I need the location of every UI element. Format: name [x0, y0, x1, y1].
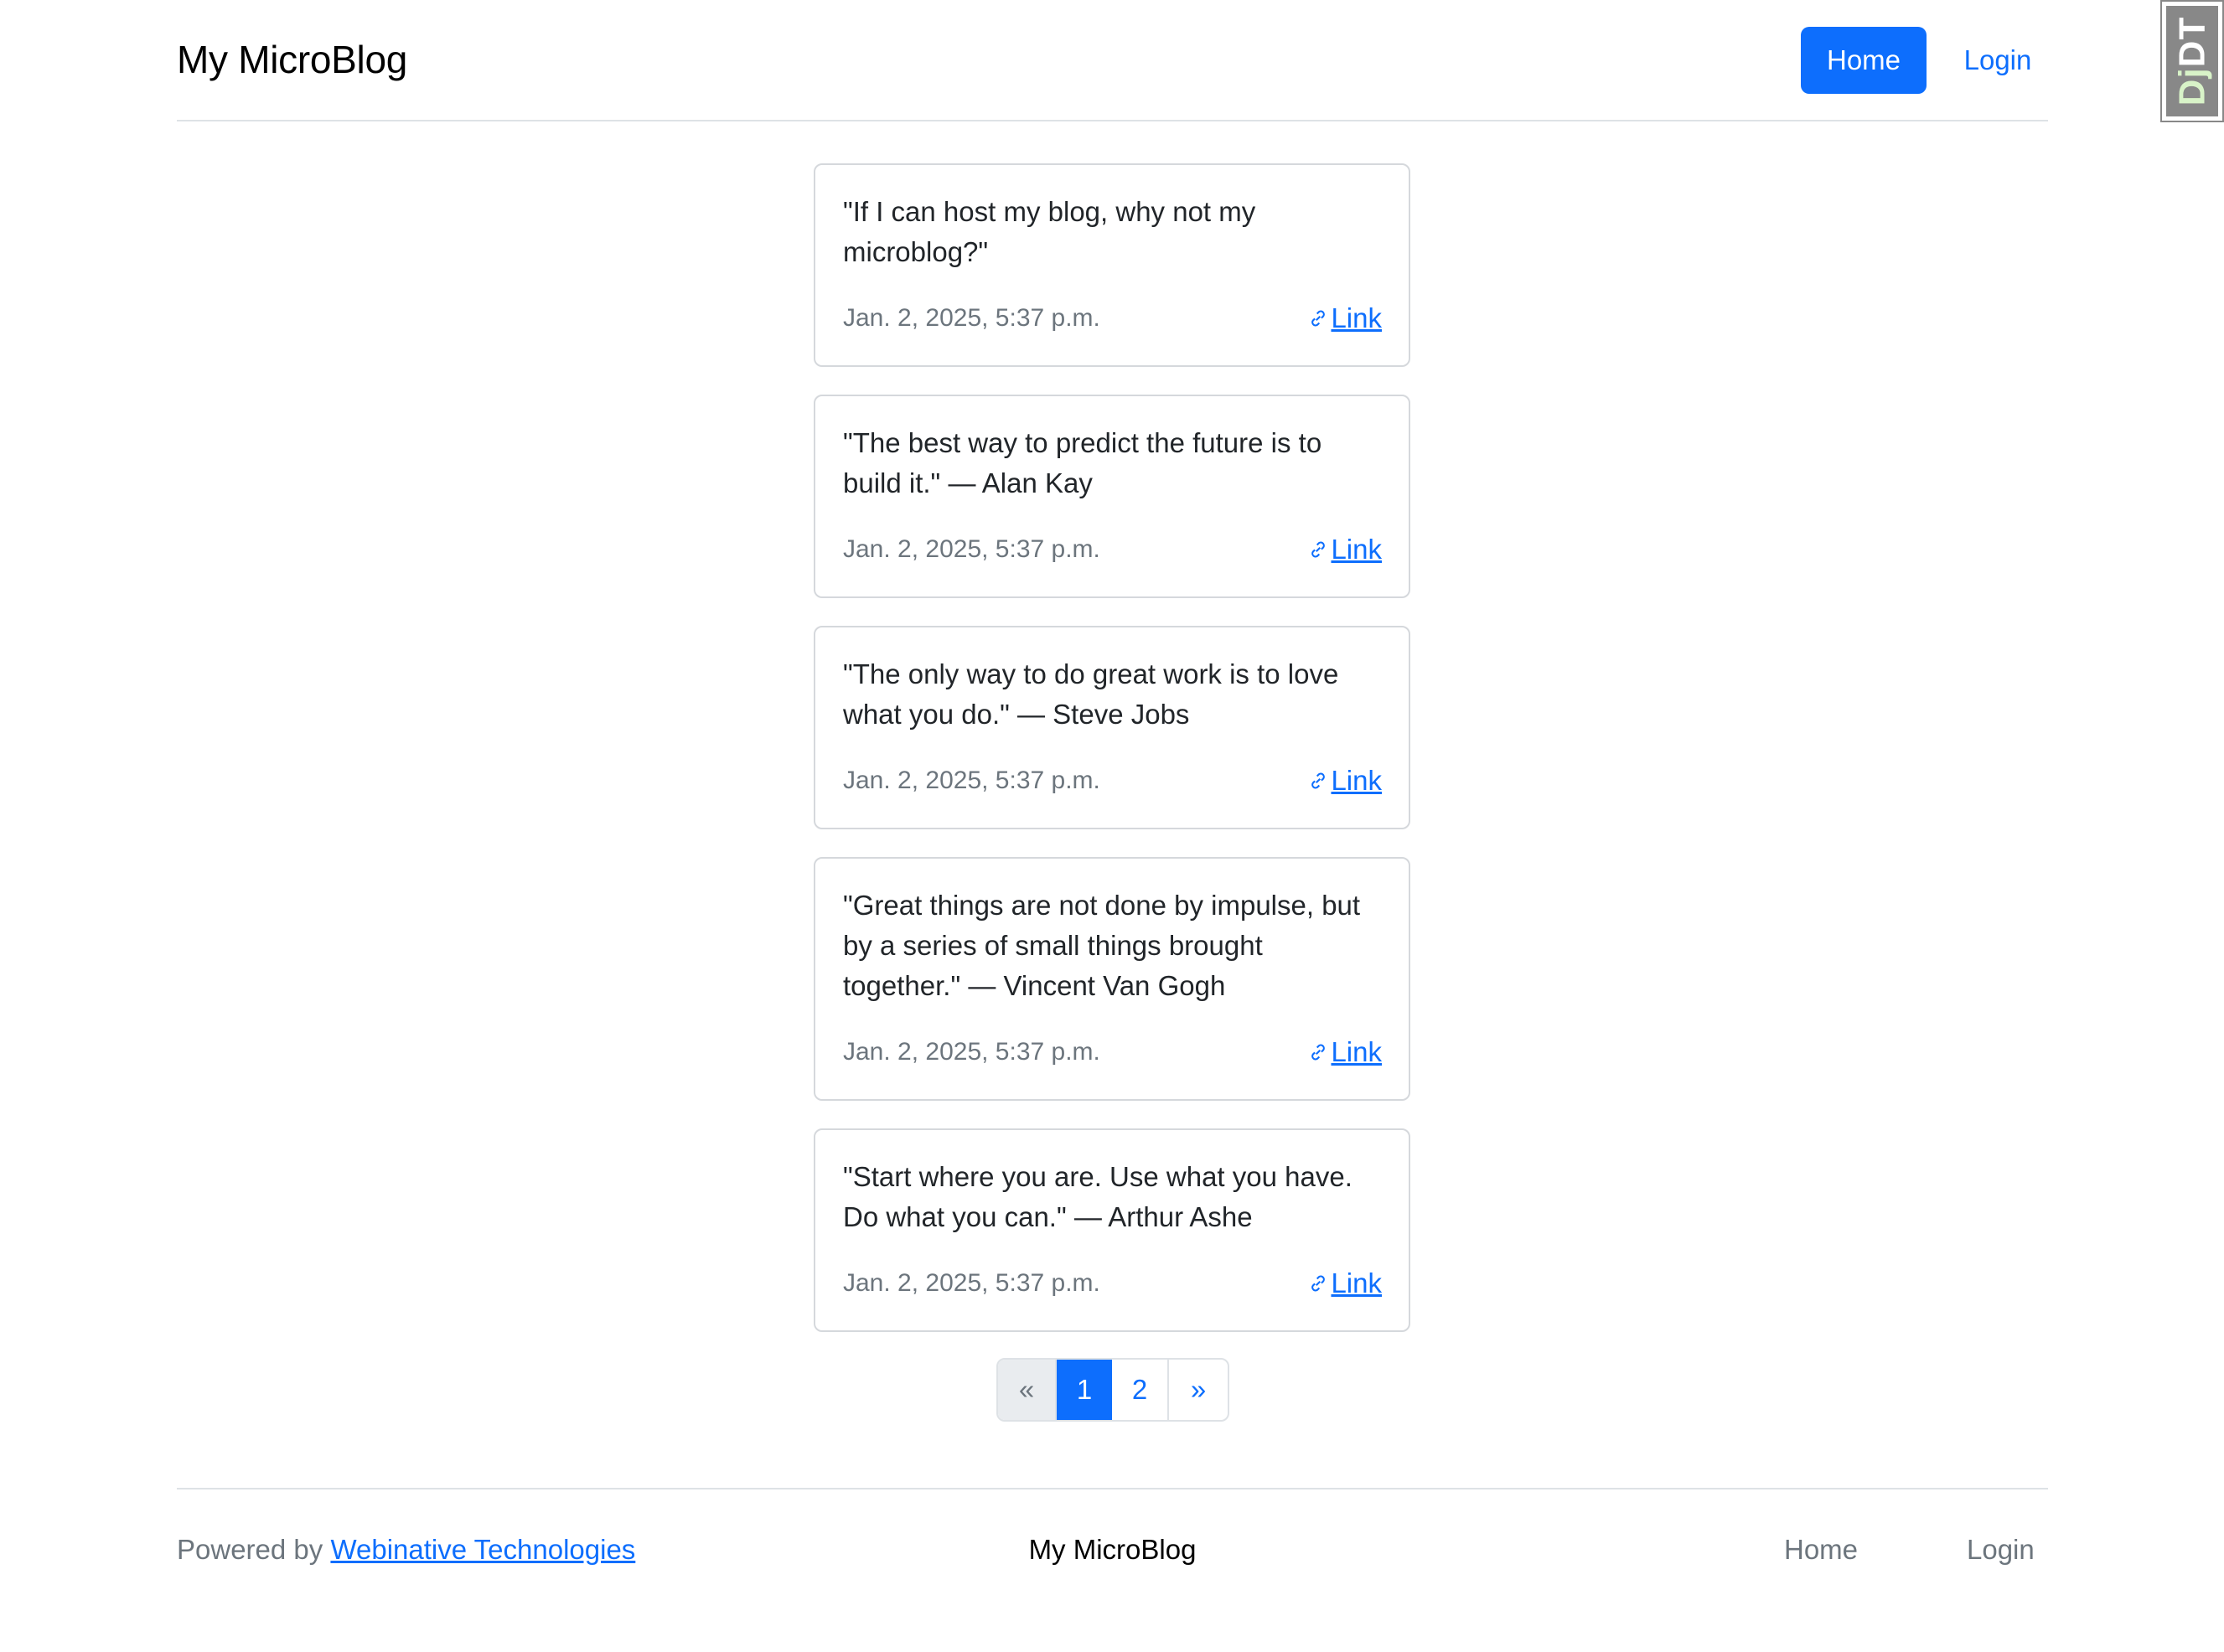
post-date: Jan. 2, 2025, 5:37 p.m. [843, 767, 1100, 794]
post-text: "The only way to do great work is to lov… [843, 658, 1339, 730]
post-link-label: Link [1331, 302, 1382, 333]
post-card: "Great things are not done by impulse, b… [814, 857, 1410, 1101]
post-link-label: Link [1331, 1267, 1382, 1298]
footer-webinative-link[interactable]: Webinative Technologies [330, 1534, 635, 1565]
debug-toolbar-logo: DjDT [2171, 17, 2213, 106]
post-text: "Start where you are. Use what you have.… [843, 1161, 1353, 1232]
link-icon [1311, 310, 1326, 327]
link-icon [1311, 541, 1326, 558]
post-permalink[interactable]: Link [1307, 1036, 1382, 1068]
footer-powered-by: Powered by Webinative Technologies [177, 1534, 635, 1566]
post-text: "The best way to predict the future is t… [843, 427, 1322, 498]
post-permalink[interactable]: Link [1307, 534, 1382, 565]
debug-toolbar-handle[interactable]: DjDT [2160, 0, 2224, 122]
site-header: My MicroBlog Home Login [177, 0, 2048, 121]
nav-login-link[interactable]: Login [1943, 27, 2052, 94]
pagination-page-1[interactable]: 1 [1057, 1360, 1112, 1420]
pagination-page-2[interactable]: 2 [1112, 1360, 1169, 1420]
post-permalink[interactable]: Link [1307, 1267, 1382, 1299]
link-icon [1311, 1275, 1326, 1292]
post-link-label: Link [1331, 765, 1382, 796]
pagination-next-button[interactable]: » [1169, 1360, 1228, 1420]
footer-home-link[interactable]: Home [1784, 1534, 1858, 1566]
page: My MicroBlog Home Login DjDT "If I can h… [0, 0, 2224, 1652]
post-link-label: Link [1331, 1036, 1382, 1067]
post-date: Jan. 2, 2025, 5:37 p.m. [843, 535, 1100, 563]
post-date: Jan. 2, 2025, 5:37 p.m. [843, 1038, 1100, 1066]
debug-toolbar-logo-dt: DT [2171, 16, 2212, 68]
site-footer: Powered by Webinative Technologies My Mi… [177, 1488, 2048, 1590]
debug-toolbar-logo-dj: Dj [2171, 67, 2212, 106]
post-date: Jan. 2, 2025, 5:37 p.m. [843, 304, 1100, 332]
pagination-prev-button[interactable]: « [998, 1360, 1057, 1420]
post-permalink[interactable]: Link [1307, 302, 1382, 334]
nav-home-button[interactable]: Home [1801, 27, 1927, 94]
post-card: "If I can host my blog, why not my micro… [814, 163, 1410, 367]
footer-login-link[interactable]: Login [1967, 1534, 2035, 1566]
brand-link[interactable]: My MicroBlog [177, 37, 407, 82]
footer-powered-prefix: Powered by [177, 1534, 323, 1565]
post-text: "If I can host my blog, why not my micro… [843, 196, 1256, 267]
post-permalink[interactable]: Link [1307, 765, 1382, 797]
post-link-label: Link [1331, 534, 1382, 565]
link-icon [1311, 772, 1326, 789]
link-icon [1311, 1044, 1326, 1061]
post-date: Jan. 2, 2025, 5:37 p.m. [843, 1269, 1100, 1297]
debug-toolbar-handle-inner: DjDT [2166, 6, 2218, 116]
post-text: "Great things are not done by impulse, b… [843, 890, 1361, 1001]
post-card: "The best way to predict the future is t… [814, 395, 1410, 598]
post-card: "Start where you are. Use what you have.… [814, 1128, 1410, 1332]
pagination: « 1 2 » [996, 1358, 1229, 1422]
post-card: "The only way to do great work is to lov… [814, 626, 1410, 829]
